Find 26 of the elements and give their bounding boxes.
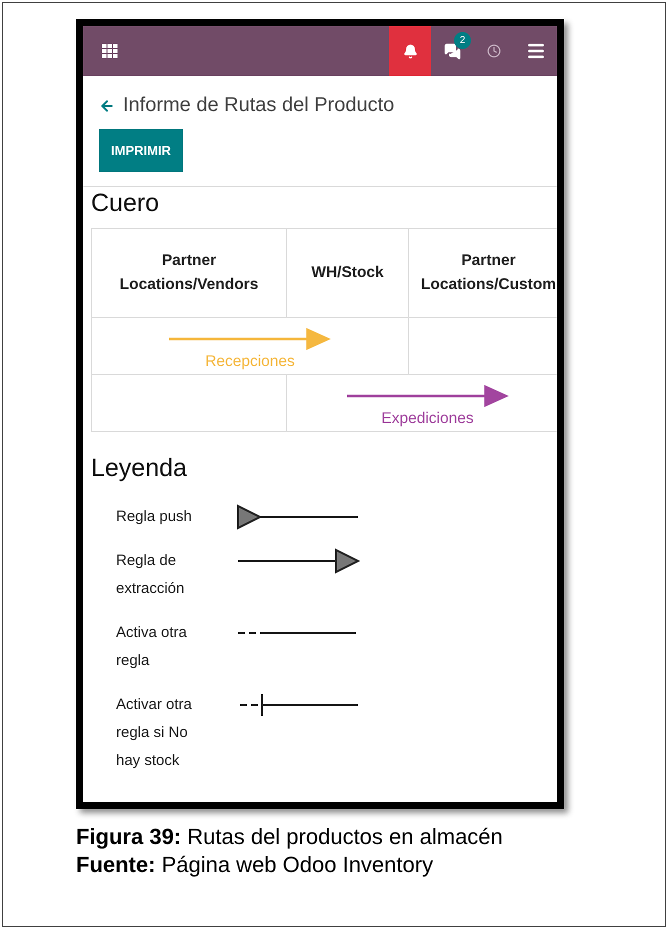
legend-label: Regla push [116, 507, 193, 527]
apps-grid-icon [102, 44, 118, 58]
caption-text: Fuente: Página web Odoo Inventory [76, 850, 434, 879]
print-button[interactable]: IMPRIMIR [99, 129, 183, 172]
product-name: Cuero [90, 188, 160, 219]
legend-title: Leyenda [90, 453, 188, 484]
clock-icon [487, 44, 501, 58]
legend-label: Regla de extracción [116, 551, 186, 599]
dashed-line-icon [236, 631, 356, 635]
page-title: Informe de Rutas del Producto [123, 94, 394, 117]
legend-label: Activa otra regla [116, 623, 188, 671]
messages-button[interactable]: 2 [431, 26, 473, 76]
column-header: Partner Locations/Custom [409, 229, 557, 318]
route-label: Expediciones [381, 410, 474, 428]
chat-icon [444, 42, 460, 60]
pull-rule-arrow-icon [236, 547, 360, 575]
route-label: Recepciones [205, 353, 295, 371]
push-rule-line-icon [236, 503, 360, 531]
message-count: 2 [454, 32, 471, 49]
caption-text: Figura 39: Rutas del productos en almacén [76, 823, 503, 851]
menu-icon [526, 41, 546, 61]
legend-label: Activar otra regla si No hay stock [116, 695, 193, 771]
column-header: WH/Stock [287, 229, 409, 318]
notifications-button[interactable] [389, 26, 431, 76]
bell-icon [402, 44, 418, 58]
column-header: Partner Locations/Vendors [92, 229, 287, 318]
